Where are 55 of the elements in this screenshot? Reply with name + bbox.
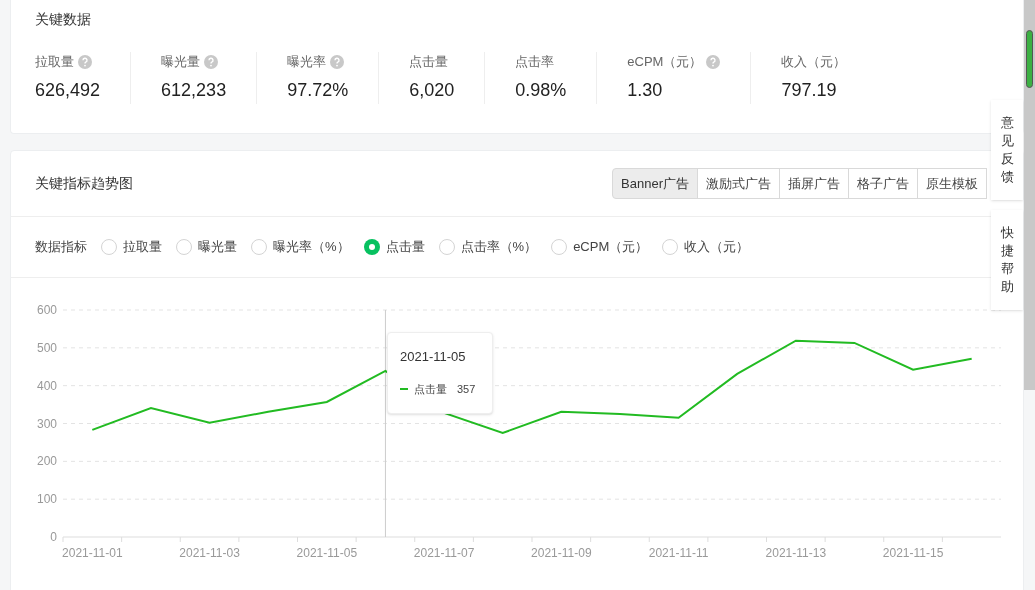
- metric-label: eCPM（元）: [627, 53, 703, 72]
- side-button[interactable]: 快捷帮助: [991, 210, 1023, 310]
- y-axis-label: 500: [36, 340, 57, 355]
- help-icon[interactable]: [330, 55, 345, 69]
- metric-label: 点击量: [409, 53, 449, 72]
- ad-type-tab[interactable]: 原生模板: [917, 168, 987, 199]
- side-button[interactable]: 意见反馈: [991, 100, 1023, 200]
- x-axis-label: 2021-11-07: [413, 546, 475, 560]
- metric-value: 6,020: [409, 79, 455, 102]
- metric-label: 曝光率: [287, 53, 327, 72]
- section-title: 关键数据: [35, 10, 92, 27]
- metric-radio[interactable]: 拉取量: [101, 237, 162, 257]
- metric-radio[interactable]: 曝光率（%）: [251, 237, 350, 257]
- metric-radio[interactable]: 点击量: [363, 237, 425, 257]
- x-axis-label: 2021-11-11: [648, 546, 709, 560]
- ad-type-tab[interactable]: 格子广告: [848, 168, 918, 199]
- tooltip-series: 点击量: [414, 381, 447, 397]
- ad-type-tab[interactable]: 激励式广告: [697, 168, 780, 199]
- help-icon[interactable]: [706, 55, 721, 69]
- x-axis-label: 2021-11-05: [296, 546, 358, 560]
- y-axis-label: 100: [36, 492, 57, 507]
- metric-selector-label: 数据指标: [35, 238, 87, 257]
- y-axis-label: 200: [36, 454, 57, 469]
- metric-label: 点击率: [515, 53, 555, 72]
- ad-type-tab[interactable]: 插屏广告: [779, 168, 849, 199]
- metric-value: 1.30: [627, 79, 664, 102]
- help-icon[interactable]: [204, 55, 219, 69]
- x-axis-label: 2021-11-03: [179, 546, 240, 560]
- metric-label: 收入（元）: [781, 53, 847, 72]
- ad-type-tab[interactable]: Banner广告: [612, 168, 698, 199]
- metric-radio[interactable]: 曝光量: [176, 237, 237, 257]
- metric-value: 612,233: [161, 79, 227, 102]
- x-axis-label: 2021-11-13: [765, 546, 827, 560]
- x-axis-label: 2021-11-01: [62, 546, 123, 560]
- section-title: 关键指标趋势图: [35, 174, 133, 193]
- legend-dash-icon: [400, 387, 408, 390]
- y-axis-label: 600: [36, 303, 57, 317]
- metric-radio[interactable]: 收入（元）: [662, 237, 750, 257]
- metric-value: 97.72%: [287, 79, 349, 102]
- metric-value: 797.19: [781, 79, 838, 102]
- metric-label: 曝光量: [161, 53, 201, 72]
- x-axis-label: 2021-11-15: [882, 546, 944, 560]
- metric-label: 拉取量: [35, 53, 74, 72]
- y-axis-label: 0: [50, 530, 57, 544]
- y-axis-label: 400: [36, 378, 57, 393]
- metric-value: 626,492: [35, 79, 101, 102]
- y-axis-label: 300: [36, 416, 57, 431]
- help-icon[interactable]: [78, 55, 92, 69]
- tooltip-date: 2021-11-05: [400, 348, 467, 366]
- metric-radio[interactable]: 点击率（%）: [438, 237, 538, 257]
- tooltip-value: 357: [457, 381, 476, 397]
- metric-value: 0.98%: [515, 79, 567, 102]
- scrollbar[interactable]: [1024, 0, 1035, 390]
- x-axis-label: 2021-11-09: [531, 546, 592, 560]
- metric-radio[interactable]: eCPM（元）: [551, 237, 649, 257]
